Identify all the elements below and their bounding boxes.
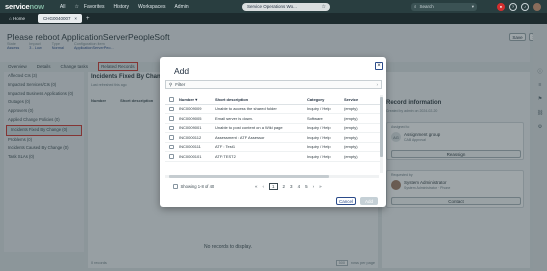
nav-workspaces[interactable]: Workspaces — [138, 4, 165, 10]
close-icon[interactable]: × — [375, 62, 383, 70]
notifications-icon[interactable]: ♪ — [521, 2, 529, 11]
prev-page-icon[interactable]: ‹ — [263, 184, 265, 189]
chevron-down-icon[interactable]: ▾ — [472, 4, 474, 10]
favorites-star-icon[interactable]: ☆ — [74, 4, 78, 10]
add-button[interactable]: Add — [360, 197, 378, 205]
cell-category: Inquiry / Help — [307, 104, 344, 114]
nav-admin[interactable]: Admin — [174, 4, 188, 10]
top-right-icons: ● ? ♪ — [497, 2, 541, 11]
close-icon[interactable]: × — [74, 16, 77, 21]
page-3[interactable]: 3 — [290, 184, 293, 189]
table-row[interactable]: INC0000101 ATF:TEST2 Inquiry / Help (emp… — [165, 151, 382, 162]
row-checkbox[interactable] — [169, 116, 174, 121]
modal-title: Add — [174, 66, 190, 76]
chevron-right-icon[interactable]: › — [377, 82, 379, 87]
next-page-icon[interactable]: › — [313, 184, 315, 189]
star-icon[interactable]: ☆ — [322, 4, 326, 10]
select-all-checkbox[interactable] — [169, 97, 174, 102]
table-row[interactable]: INC0000112 Assessment : ATF Assessor Inq… — [165, 132, 382, 143]
cell-service: (empty) — [344, 104, 382, 114]
scrollbar-thumb[interactable] — [169, 175, 329, 178]
nav-all[interactable]: All — [60, 4, 66, 10]
cell-number: INC0009005 — [179, 113, 215, 124]
add-tab-icon[interactable]: + — [86, 16, 90, 22]
column-service[interactable]: Service — [344, 95, 382, 105]
table-row[interactable]: INC0009009 Unable to access the shared f… — [165, 104, 382, 114]
cell-service: (empty) — [344, 142, 382, 152]
vertical-scrollbar[interactable] — [380, 95, 383, 173]
cell-category: Inquiry / Help — [307, 142, 344, 152]
row-checkbox[interactable] — [169, 144, 174, 150]
global-search[interactable]: ⌕ Search ▾ — [411, 2, 477, 11]
cell-short-description: ATF:TEST2 — [215, 151, 307, 162]
workspace-context-pill[interactable]: Service Operations Wo... ☆ — [242, 2, 330, 11]
cell-category: Inquiry / Help — [307, 151, 344, 162]
cell-number: INC0009009 — [179, 104, 215, 114]
select-page-checkbox[interactable] — [173, 184, 178, 189]
cell-service: (empty) — [344, 151, 382, 162]
row-checkbox[interactable] — [169, 135, 174, 140]
cell-category: Inquiry / Help — [307, 132, 344, 143]
cell-category: Inquiry / Help — [307, 123, 344, 133]
table-row[interactable]: INC0009001 Unable to post content on a W… — [165, 123, 382, 133]
cell-category: Software — [307, 113, 344, 124]
showing-count: Showing 1-8 of 40 — [173, 184, 214, 189]
cell-service: (empty) — [344, 123, 382, 133]
first-page-icon[interactable]: « — [255, 184, 258, 189]
cell-service: (empty) — [344, 113, 382, 124]
cell-short-description: Unable to access the shared folder — [215, 104, 307, 114]
search-input[interactable]: Search — [420, 4, 434, 9]
row-checkbox[interactable] — [169, 154, 174, 159]
search-icon: ⌕ — [414, 4, 417, 9]
cell-number: INC0000112 — [179, 132, 215, 143]
last-page-icon[interactable]: » — [319, 184, 322, 189]
top-navigation: servicenow All ☆ Favorites History Works… — [0, 0, 547, 13]
cancel-button[interactable]: Cancel — [336, 197, 356, 205]
sort-down-icon: ▾ — [195, 96, 198, 102]
records-table: Number ▾ Short description Category Serv… — [165, 95, 382, 162]
servicenow-logo[interactable]: servicenow — [5, 2, 44, 11]
filter-bar[interactable]: ⚲ Filter › — [165, 80, 382, 89]
table-row[interactable]: INC0000111 ATF : Test1 Inquiry / Help (e… — [165, 142, 382, 152]
page-1[interactable]: 1 — [269, 183, 278, 190]
workspace-context-label: Service Operations Wo... — [247, 4, 297, 9]
tab-change-record[interactable]: CHG0040007 × — [38, 14, 82, 23]
avatar[interactable] — [533, 2, 541, 11]
column-short-description[interactable]: Short description — [215, 95, 307, 105]
help-icon[interactable]: ? — [509, 2, 517, 11]
row-checkbox[interactable] — [169, 106, 174, 112]
page-4[interactable]: 4 — [298, 184, 301, 189]
cell-short-description: ATF : Test1 — [215, 142, 307, 152]
nav-favorites[interactable]: Favorites — [84, 4, 105, 10]
record-icon[interactable]: ● — [497, 2, 505, 11]
column-number[interactable]: Number ▾ — [179, 95, 215, 105]
cell-number: INC0009001 — [179, 123, 215, 133]
showing-label: Showing 1-8 of 40 — [180, 184, 215, 189]
tab-home[interactable]: ⌂ Home — [4, 14, 36, 23]
horizontal-scrollbar[interactable] — [165, 175, 379, 178]
cell-number: INC0000111 — [179, 142, 215, 152]
filter-label: Filter — [175, 82, 186, 87]
page-2[interactable]: 2 — [283, 184, 286, 189]
add-records-modal: Add × ⚲ Filter › Number ▾ Short descript… — [160, 57, 386, 207]
table-row[interactable]: INC0009005 Email server is down. Softwar… — [165, 113, 382, 124]
cell-short-description: Unable to post content on a Wiki page — [215, 123, 307, 133]
cell-service: (empty) — [344, 132, 382, 143]
page-5[interactable]: 5 — [305, 184, 308, 189]
cell-short-description: Assessment : ATF Assessor — [215, 132, 307, 143]
pagination: « ‹ 1 2 3 4 5 › » — [255, 183, 322, 190]
cell-short-description: Email server is down. — [215, 113, 307, 124]
records-table-wrapper: Number ▾ Short description Category Serv… — [165, 95, 382, 173]
filter-icon: ⚲ — [169, 81, 173, 87]
scrollbar-thumb[interactable] — [380, 97, 383, 157]
cell-number: INC0000101 — [179, 151, 215, 162]
column-category[interactable]: Category — [307, 95, 344, 105]
nav-history[interactable]: History — [113, 4, 129, 10]
workspace-tabbar: ⌂ Home CHG0040007 × + — [0, 13, 547, 24]
table-header-row: Number ▾ Short description Category Serv… — [165, 95, 382, 105]
row-checkbox[interactable] — [169, 125, 174, 131]
